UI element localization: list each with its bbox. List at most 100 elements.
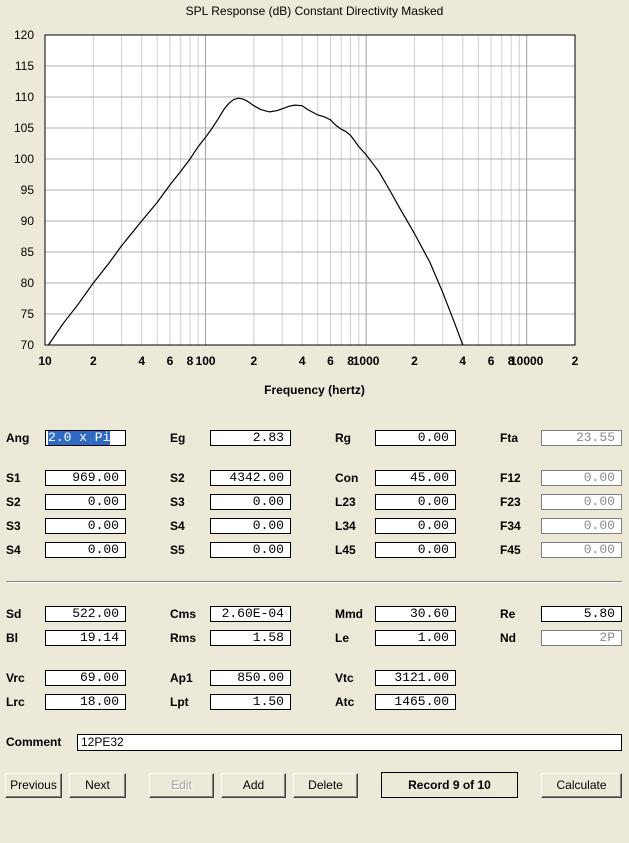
y-tick-label: 105	[14, 121, 34, 135]
x-tick-label: 2	[251, 354, 258, 368]
rms-field[interactable]: 1.58	[210, 630, 291, 646]
atc-field[interactable]: 1465.00	[375, 694, 456, 710]
y-tick-label: 70	[21, 338, 35, 352]
label-fta: Fta	[500, 431, 518, 445]
x-tick-label: 6	[327, 354, 334, 368]
calculate-button[interactable]: Calculate	[541, 773, 622, 798]
x-tick-label: 2	[572, 354, 579, 368]
label-l45: L45	[335, 543, 356, 557]
f12-field: 0.00	[541, 470, 622, 486]
label-s2-left: S2	[6, 495, 21, 509]
f34-field: 0.00	[541, 518, 622, 534]
label-sd: Sd	[6, 607, 22, 621]
label-con: Con	[335, 471, 359, 485]
y-tick-label: 115	[15, 59, 34, 73]
l34-field[interactable]: 0.00	[375, 518, 456, 534]
label-re: Re	[500, 607, 516, 621]
record-status: Record 9 of 10	[381, 772, 518, 798]
label-mmd: Mmd	[335, 607, 363, 621]
x-tick-label: 4	[459, 354, 466, 368]
x-tick-label: 4	[299, 354, 306, 368]
label-f23: F23	[500, 495, 521, 509]
f45-field: 0.00	[541, 542, 622, 558]
y-tick-label: 75	[21, 307, 35, 321]
lpt-field[interactable]: 1.50	[210, 694, 291, 710]
label-l34: L34	[335, 519, 356, 533]
edit-button[interactable]: Edit	[149, 773, 214, 798]
s2-left-field[interactable]: 0.00	[45, 494, 126, 510]
y-tick-label: 85	[21, 245, 35, 259]
bl-field[interactable]: 19.14	[45, 630, 126, 646]
label-vrc: Vrc	[6, 671, 25, 685]
label-f12: F12	[500, 471, 521, 485]
comment-field[interactable]: 12PE32	[77, 734, 622, 751]
s2-field[interactable]: 4342.00	[210, 470, 291, 486]
y-tick-label: 95	[21, 183, 35, 197]
spl-response-chart: 12011511010510095908580757010 2 4 6 8 100 2 4 6 8…	[14, 28, 579, 368]
x-tick-label: 1000	[353, 354, 380, 368]
label-rg: Rg	[335, 431, 351, 445]
lrc-field[interactable]: 18.00	[45, 694, 126, 710]
y-tick-label: 80	[21, 276, 35, 290]
label-bl: Bl	[6, 631, 18, 645]
delete-button[interactable]: Delete	[293, 773, 358, 798]
next-button[interactable]: Next	[69, 773, 126, 798]
vtc-field[interactable]: 3121.00	[375, 670, 456, 686]
label-s3-left: S3	[6, 519, 21, 533]
y-tick-label: 90	[21, 214, 35, 228]
s3-field[interactable]: 0.00	[210, 494, 291, 510]
vrc-field[interactable]: 69.00	[45, 670, 126, 686]
re-field[interactable]: 5.80	[541, 606, 622, 622]
x-tick-label: 2	[411, 354, 418, 368]
y-tick-label: 110	[15, 90, 34, 104]
con-field[interactable]: 45.00	[375, 470, 456, 486]
ang-value: 2.0 x Pi	[48, 430, 111, 445]
label-s5: S5	[170, 543, 185, 557]
sd-field[interactable]: 522.00	[45, 606, 126, 622]
x-tick-label: 4	[138, 354, 145, 368]
l23-field[interactable]: 0.00	[375, 494, 456, 510]
nd-field: 2P	[541, 630, 622, 646]
label-s3: S3	[170, 495, 185, 509]
label-f45: F45	[500, 543, 521, 557]
s4-field[interactable]: 0.00	[210, 518, 291, 534]
x-axis-label: Frequency (hertz)	[264, 383, 365, 397]
label-l23: L23	[335, 495, 356, 509]
x-tick-label: 10000	[510, 354, 544, 368]
previous-button[interactable]: Previous	[5, 773, 62, 798]
label-ang: Ang	[6, 431, 30, 445]
eg-field[interactable]: 2.83	[210, 430, 291, 446]
label-eg: Eg	[170, 431, 186, 445]
add-button[interactable]: Add	[221, 773, 286, 798]
label-s1: S1	[6, 471, 21, 485]
label-nd: Nd	[500, 631, 516, 645]
l45-field[interactable]: 0.00	[375, 542, 456, 558]
rg-field[interactable]: 0.00	[375, 430, 456, 446]
label-lpt: Lpt	[170, 695, 189, 709]
fta-field: 23.55	[541, 430, 622, 446]
label-cms: Cms	[170, 607, 197, 621]
cms-field[interactable]: 2.60E-04	[210, 606, 291, 622]
section-divider	[6, 581, 622, 583]
label-atc: Atc	[335, 695, 355, 709]
x-tick-label: 10	[38, 354, 52, 368]
x-tick-label: 100	[196, 354, 216, 368]
s4-left-field[interactable]: 0.00	[45, 542, 126, 558]
s1-field[interactable]: 969.00	[45, 470, 126, 486]
ang-field[interactable]: 2.0 x Pi	[45, 430, 126, 446]
x-tick-label: 6	[167, 354, 174, 368]
label-s4-left: S4	[6, 543, 21, 557]
y-tick-label: 120	[14, 28, 34, 42]
mmd-field[interactable]: 30.60	[375, 606, 456, 622]
x-tick-label: 8	[187, 354, 194, 368]
label-rms: Rms	[170, 631, 197, 645]
label-vtc: Vtc	[335, 671, 354, 685]
f23-field: 0.00	[541, 494, 622, 510]
label-comment: Comment	[6, 735, 62, 749]
s5-field[interactable]: 0.00	[210, 542, 291, 558]
s3-left-field[interactable]: 0.00	[45, 518, 126, 534]
le-field[interactable]: 1.00	[375, 630, 456, 646]
ap1-field[interactable]: 850.00	[210, 670, 291, 686]
label-f34: F34	[500, 519, 521, 533]
y-tick-label: 100	[14, 152, 34, 166]
